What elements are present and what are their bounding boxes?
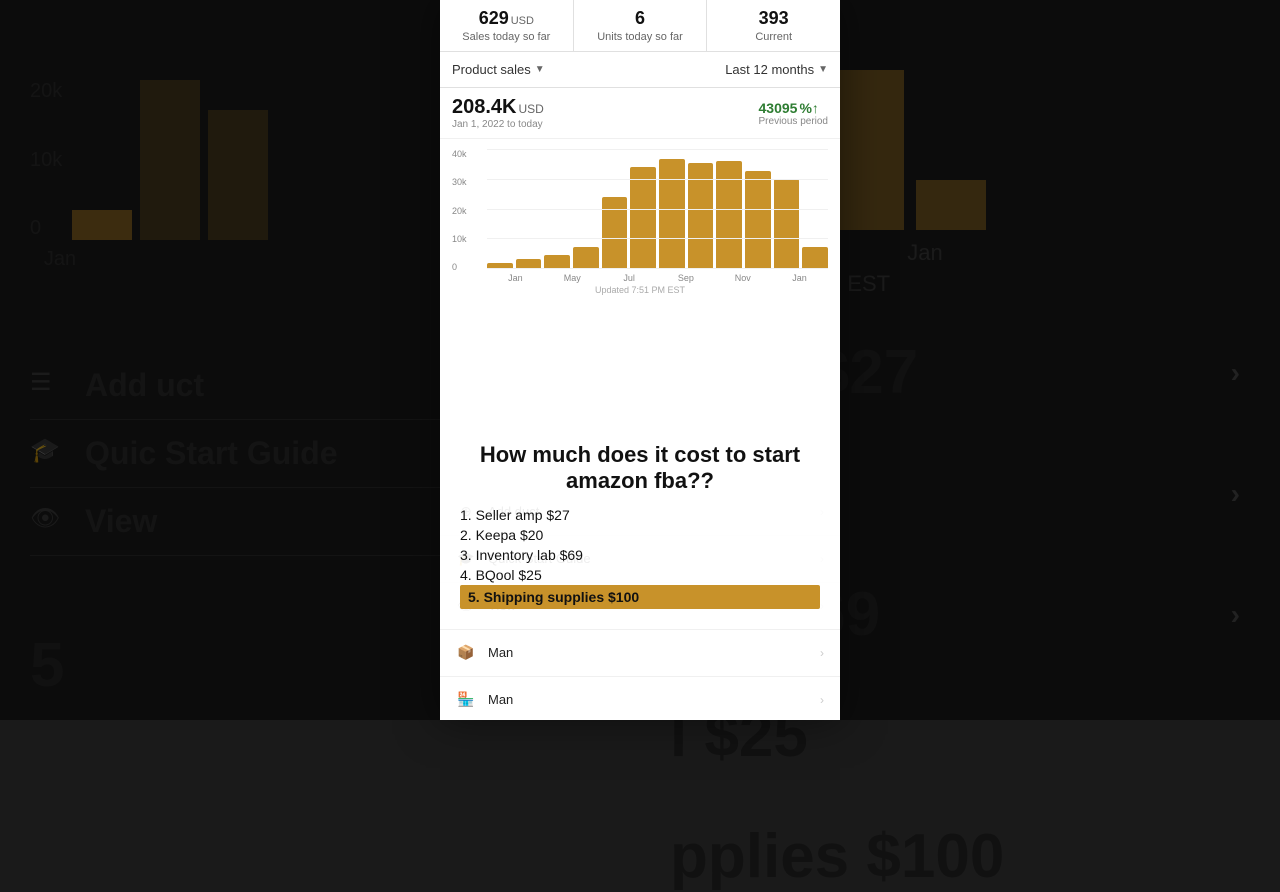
bg-guide-icon: 🎓 bbox=[30, 436, 65, 471]
date-range-label: Last 12 months bbox=[725, 62, 814, 77]
stat-sales-label: Sales today so far bbox=[452, 31, 561, 43]
x-label-jan2: Jan bbox=[771, 273, 828, 283]
cost-item-1: 1. Seller amp $27 bbox=[460, 505, 820, 525]
y-label-20k: 20k bbox=[452, 206, 467, 216]
total-period: Previous period bbox=[759, 116, 828, 127]
cost-item-4: 4. BQool $25 bbox=[460, 565, 820, 585]
bg-month-jan: Jan bbox=[890, 240, 960, 266]
chart-bar-jul bbox=[659, 159, 685, 269]
y-label-0: 0 bbox=[452, 262, 467, 272]
chart-bar-sep bbox=[716, 161, 742, 269]
bg-y-label-0: 0 bbox=[30, 217, 62, 240]
chart-y-labels: 40k 30k 20k 10k 0 bbox=[452, 149, 467, 272]
total-area: 208.4KUSD Jan 1, 2022 to today 43095%↑ P… bbox=[440, 88, 840, 139]
bg-big-100: pplies $100 bbox=[670, 821, 1240, 892]
chart-bar-aug bbox=[688, 163, 714, 269]
bg-view-icon: 👁 bbox=[30, 504, 65, 539]
menu-manage-2[interactable]: 🏪 Man › bbox=[440, 677, 840, 720]
bg-right-bar bbox=[916, 180, 986, 230]
product-sales-filter[interactable]: Product sales ▼ bbox=[452, 62, 545, 77]
chart-bar-feb bbox=[516, 259, 542, 269]
menu-manage-2-arrow: › bbox=[820, 693, 824, 707]
filter-row: Product sales ▼ Last 12 months ▼ bbox=[440, 52, 840, 88]
cost-item-5: 5. Shipping supplies $100 bbox=[460, 585, 820, 609]
chart-bars bbox=[487, 149, 828, 269]
stat-units-label: Units today so far bbox=[586, 31, 695, 43]
chart-bar-jun bbox=[630, 167, 656, 269]
bg-add-label: Add uct bbox=[85, 367, 204, 404]
x-label-nov: Nov bbox=[714, 273, 771, 283]
chart-container: 40k 30k 20k 10k 0 bbox=[440, 139, 840, 302]
bg-view-label: View bbox=[85, 503, 157, 540]
bg-bar bbox=[72, 210, 132, 240]
cost-overlay: How much does it cost to start amazon fb… bbox=[440, 432, 840, 619]
total-date: Jan 1, 2022 to today bbox=[452, 119, 544, 130]
stat-units: 6 Units today so far bbox=[574, 0, 708, 51]
bg-right-bar bbox=[834, 70, 904, 230]
bg-add-icon: ☰ bbox=[30, 368, 65, 403]
chart-bar-nov bbox=[774, 179, 800, 269]
stat-current-value: 393 bbox=[719, 8, 828, 29]
product-sales-label: Product sales bbox=[452, 62, 531, 77]
chart-bar-may bbox=[602, 197, 628, 269]
stat-current-label: Current bbox=[719, 31, 828, 43]
y-label-10k: 10k bbox=[452, 234, 467, 244]
total-change: 43095%↑ bbox=[759, 100, 828, 116]
manage-1-icon: 📦 bbox=[456, 643, 476, 663]
bg-x-label-jan: Jan bbox=[30, 248, 90, 271]
x-label-jul: Jul bbox=[601, 273, 658, 283]
cost-overlay-area: How much does it cost to start amazon fb… bbox=[440, 302, 840, 489]
cost-title: How much does it cost to start amazon fb… bbox=[460, 442, 820, 495]
stat-current: 393 Current bbox=[707, 0, 840, 51]
chart-bar-oct bbox=[745, 171, 771, 269]
y-label-40k: 40k bbox=[452, 149, 467, 159]
bg-chart-bars bbox=[72, 40, 268, 240]
chart-bar-apr bbox=[573, 247, 599, 269]
stats-bar: 629USD Sales today so far 6 Units today … bbox=[440, 0, 840, 52]
chart-bar-jan2 bbox=[802, 247, 828, 269]
chart-x-labels: Jan May Jul Sep Nov Jan bbox=[487, 273, 828, 283]
chart-bar-mar bbox=[544, 255, 570, 269]
total-value: 208.4KUSD bbox=[452, 96, 544, 119]
stat-sales: 629USD Sales today so far bbox=[440, 0, 574, 51]
x-label-sep: Sep bbox=[657, 273, 714, 283]
chart-inner bbox=[487, 149, 828, 269]
menu-manage-1-label: Man bbox=[488, 645, 820, 660]
cost-item-3: 3. Inventory lab $69 bbox=[460, 545, 820, 565]
bg-bar bbox=[208, 110, 268, 240]
date-range-filter[interactable]: Last 12 months ▼ bbox=[725, 62, 828, 77]
bg-y-label-20k: 20k bbox=[30, 80, 62, 103]
menu-manage-1-arrow: › bbox=[820, 646, 824, 660]
stat-sales-value: 629USD bbox=[452, 8, 561, 29]
menu-manage-1[interactable]: 📦 Man › bbox=[440, 630, 840, 677]
bg-y-label-10k: 10k bbox=[30, 149, 62, 172]
x-label-may: May bbox=[544, 273, 601, 283]
cost-list: 1. Seller amp $27 2. Keepa $20 3. Invent… bbox=[460, 505, 820, 609]
x-label-jan: Jan bbox=[487, 273, 544, 283]
y-label-30k: 30k bbox=[452, 177, 467, 187]
bg-bar bbox=[140, 80, 200, 240]
bg-guide-label: Quic Start Guide bbox=[85, 435, 337, 472]
date-range-chevron: ▼ bbox=[818, 64, 828, 75]
menu-manage-2-label: Man bbox=[488, 692, 820, 707]
cost-item-2: 2. Keepa $20 bbox=[460, 525, 820, 545]
mobile-panel: 629USD Sales today so far 6 Units today … bbox=[440, 0, 840, 720]
chart-bar-jan1 bbox=[487, 263, 513, 269]
chart-updated: Updated 7:51 PM EST bbox=[452, 283, 828, 297]
manage-2-icon: 🏪 bbox=[456, 690, 476, 710]
stat-units-value: 6 bbox=[586, 8, 695, 29]
product-sales-chevron: ▼ bbox=[535, 64, 545, 75]
